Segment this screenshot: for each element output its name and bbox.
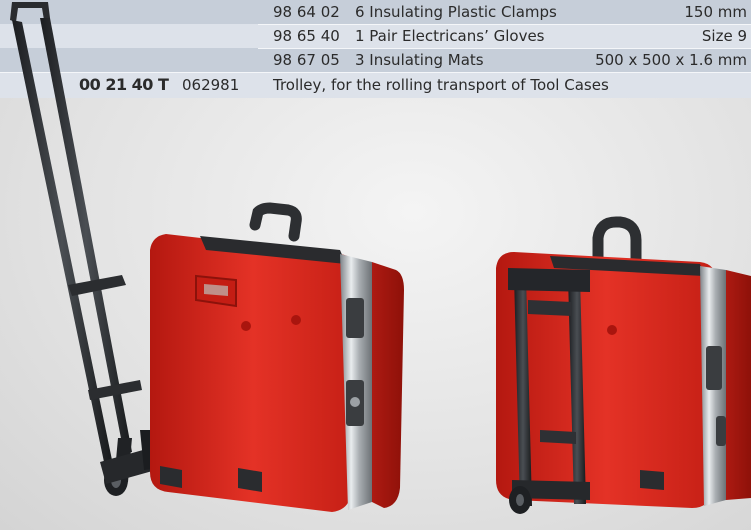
product-photo — [10, 2, 751, 514]
tool-case-image — [150, 202, 404, 512]
trolley-image — [10, 2, 162, 496]
tool-case-with-trolley-image — [496, 216, 751, 514]
